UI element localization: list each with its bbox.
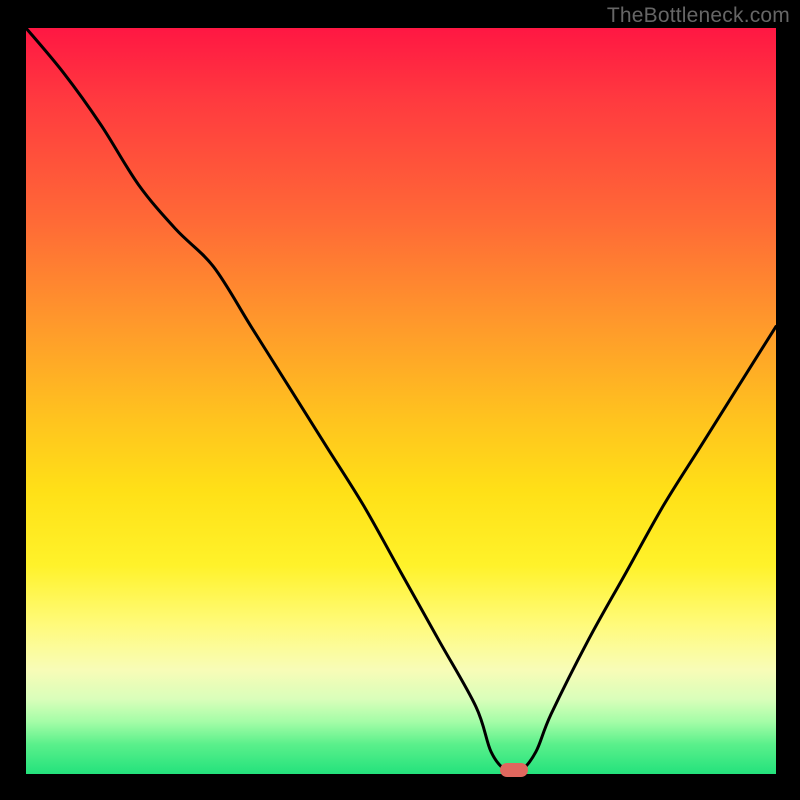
bottleneck-curve bbox=[26, 28, 776, 774]
watermark-text: TheBottleneck.com bbox=[607, 4, 790, 28]
minimum-marker bbox=[500, 763, 528, 777]
curve-path bbox=[26, 28, 776, 773]
chart-frame: TheBottleneck.com bbox=[0, 0, 800, 800]
